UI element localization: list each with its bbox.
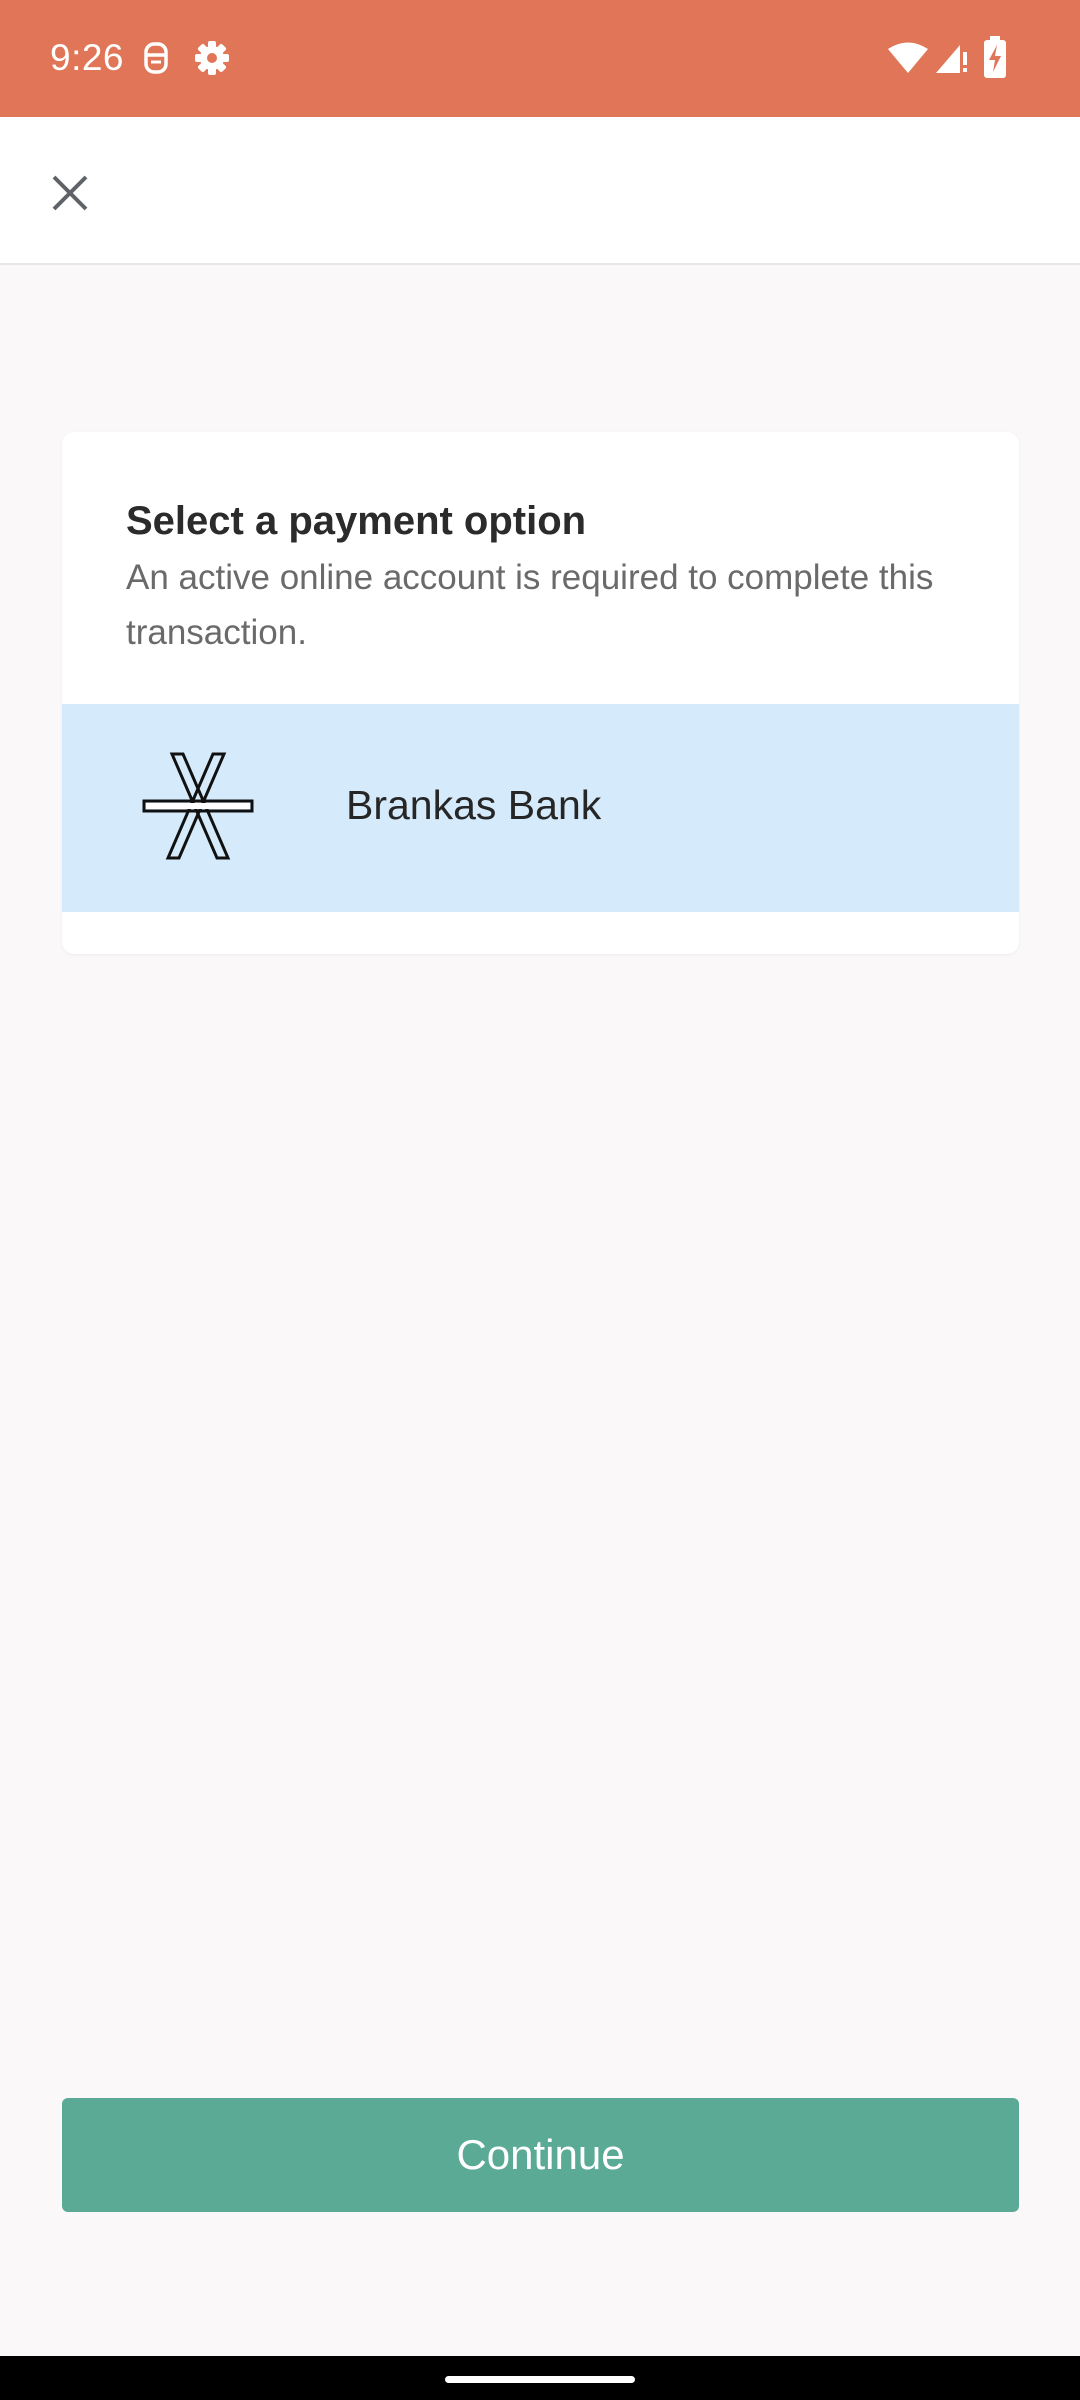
system-nav-bar — [0, 2356, 1080, 2400]
status-bar: 9:26 — [0, 0, 1080, 117]
settings-gear-icon — [195, 41, 229, 75]
notification-app-icon — [144, 42, 168, 74]
bank-name: Brankas Bank — [346, 782, 602, 828]
cell-signal-icon — [936, 45, 967, 73]
wifi-icon — [888, 42, 928, 73]
brankas-logo-icon — [142, 752, 254, 860]
app-header — [0, 117, 1080, 265]
card-subtitle: An active online account is required to … — [126, 558, 934, 652]
home-indicator[interactable] — [445, 2376, 635, 2383]
battery-charging-icon — [984, 36, 1006, 78]
payment-option-card: Select a payment option An active online… — [62, 432, 1019, 954]
continue-button[interactable]: Continue — [62, 2098, 1019, 2212]
bank-option-brankas[interactable]: Brankas Bank — [62, 704, 1019, 912]
card-title: Select a payment option — [126, 499, 587, 543]
close-icon — [52, 175, 88, 211]
status-time: 9:26 — [50, 37, 125, 78]
close-button[interactable] — [36, 159, 104, 227]
